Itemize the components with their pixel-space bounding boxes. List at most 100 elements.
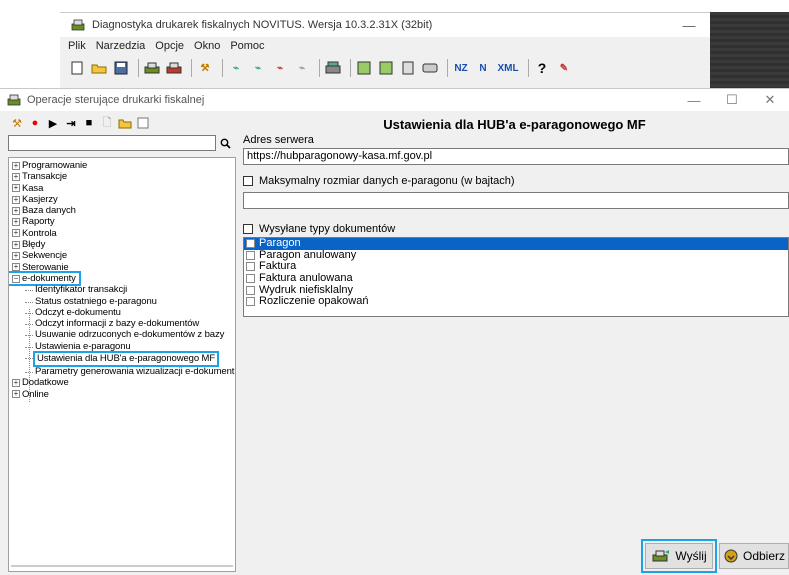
doc-types-list: Paragon Paragon anulowany Faktura Faktur… <box>243 237 789 317</box>
toolbar-separator <box>138 59 139 77</box>
desktop-background-right <box>710 12 789 90</box>
tree-node[interactable]: + Online <box>9 389 235 400</box>
doc-type-item[interactable]: Faktura <box>244 261 788 273</box>
max-size-input[interactable] <box>243 192 789 209</box>
doc-type-checkbox[interactable] <box>246 285 255 295</box>
expand-icon[interactable]: + <box>12 184 20 193</box>
help-button[interactable]: ? <box>533 59 551 77</box>
server-address-input[interactable]: https://hubparagonowy-kasa.mf.gov.pl <box>243 148 789 165</box>
dialog-maximize-button[interactable]: ☐ <box>713 89 751 111</box>
search-icon[interactable] <box>216 135 234 151</box>
main-window-titlebar: Diagnostyka drukarek fiskalnych NOVITUS.… <box>60 13 789 37</box>
menu-pomoc[interactable]: Pomoc <box>230 40 264 52</box>
expand-icon[interactable]: + <box>12 240 20 249</box>
tree-leaf[interactable]: Identyfikator transakcji <box>9 284 235 295</box>
max-size-checkbox[interactable] <box>243 176 253 186</box>
open-folder-icon[interactable] <box>118 116 132 130</box>
scanner-icon[interactable]: ⌁ <box>227 59 245 77</box>
tree-node[interactable]: + Raporty <box>9 216 235 227</box>
printer-settings-icon[interactable] <box>165 59 183 77</box>
tree-leaf[interactable]: Odczyt informacji z bazy e-dokumentów <box>9 318 235 329</box>
dialog-close-button[interactable]: ✕ <box>751 89 789 111</box>
expand-icon[interactable]: + <box>12 378 20 387</box>
doc-type-checkbox[interactable] <box>246 274 255 284</box>
tree-leaf-hub-settings[interactable]: Ustawienia dla HUB'a e-paragonowego MF <box>9 351 235 367</box>
receive-button[interactable]: Odbierz <box>719 543 789 569</box>
tree-leaf[interactable]: Parametry generowania wizualizacji e-dok… <box>9 366 235 377</box>
doc-type-checkbox[interactable] <box>246 250 255 260</box>
menu-plik[interactable]: Plik <box>68 40 86 52</box>
preview-icon[interactable]: 🗋 <box>100 116 114 130</box>
menu-narzedzia[interactable]: Narzedzia <box>96 40 146 52</box>
doc-types-label: Wysyłane typy dokumentów <box>259 223 396 235</box>
doc-type-item[interactable]: Faktura anulowana <box>244 273 788 285</box>
expand-icon[interactable]: + <box>12 263 20 272</box>
doc-type-item[interactable]: Wydruk niefisklalny <box>244 284 788 296</box>
settings-panel: Ustawienia dla HUB'a e-paragonowego MF A… <box>240 113 789 573</box>
search-input[interactable] <box>8 135 216 151</box>
doc-type-item[interactable]: Paragon <box>244 238 788 250</box>
scanner-2-icon[interactable]: ⌁ <box>249 59 267 77</box>
record-icon[interactable]: ● <box>28 116 42 130</box>
tree-node[interactable]: + Dodatkowe <box>9 377 235 388</box>
dialog-minimize-button[interactable]: — <box>675 89 713 111</box>
tree-node[interactable]: + Baza danych <box>9 205 235 216</box>
doc-types-checkbox[interactable] <box>243 224 253 234</box>
expand-icon[interactable]: + <box>12 390 20 399</box>
menu-okno[interactable]: Okno <box>194 40 220 52</box>
tree-leaf[interactable]: Status ostatniego e-paragonu <box>9 296 235 307</box>
nz-button[interactable]: NZ <box>452 59 470 77</box>
save-icon[interactable] <box>136 116 150 130</box>
scanner-error-icon[interactable]: ⌁ <box>271 59 289 77</box>
doc-type-item[interactable]: Paragon anulowany <box>244 249 788 262</box>
horizontal-scrollbar[interactable] <box>11 565 233 567</box>
play-icon[interactable]: ▶ <box>46 116 60 130</box>
expand-icon[interactable]: + <box>12 229 20 238</box>
tree-node[interactable]: + Kontrola <box>9 228 235 239</box>
tree-leaf[interactable]: Odczyt e-dokumentu <box>9 307 235 318</box>
tree-leaf[interactable]: Usuwanie odrzuconych e-dokumentów z bazy <box>9 329 235 340</box>
document-icon[interactable] <box>399 59 417 77</box>
expand-icon[interactable]: + <box>12 206 20 215</box>
card-icon[interactable] <box>421 59 439 77</box>
expand-icon[interactable]: + <box>12 252 20 261</box>
toolbar-separator <box>191 59 192 77</box>
open-folder-icon[interactable] <box>90 59 108 77</box>
doc-type-checkbox[interactable] <box>246 297 255 307</box>
tree-node[interactable]: + Transakcje <box>9 171 235 182</box>
report-icon[interactable] <box>377 59 395 77</box>
doc-type-checkbox[interactable] <box>246 239 255 249</box>
tree-node-e-dokumenty[interactable]: − e-dokumenty <box>9 270 235 287</box>
scanner-gray-icon[interactable]: ⌁ <box>293 59 311 77</box>
tree-node[interactable]: + Programowanie <box>9 160 235 171</box>
tree-node[interactable]: + Kasjerzy <box>9 194 235 205</box>
n-button[interactable]: N <box>474 59 492 77</box>
expand-icon[interactable]: + <box>12 195 20 204</box>
expand-icon[interactable]: + <box>12 218 20 227</box>
tree-leaf[interactable]: Ustawienia e-paragonu <box>9 341 235 352</box>
tree-node[interactable]: + Sekwencje <box>9 250 235 261</box>
tree-node[interactable]: + Kasa <box>9 183 235 194</box>
expand-icon[interactable]: + <box>12 172 20 181</box>
tools-icon[interactable]: ⚒ <box>10 116 24 130</box>
doc-type-checkbox[interactable] <box>246 262 255 272</box>
tree-node[interactable]: + Sterowanie <box>9 262 235 273</box>
doc-type-item[interactable]: Rozliczenie opakowań <box>244 296 788 308</box>
main-minimize-button[interactable]: — <box>669 13 709 37</box>
expand-icon[interactable]: + <box>12 161 20 170</box>
tools-icon[interactable]: ⚒ <box>196 59 214 77</box>
left-panel: ⚒ ● ▶ ⇥ ■ 🗋 + Programowanie + Transakcje +… <box>8 113 236 572</box>
calculator-icon[interactable] <box>355 59 373 77</box>
printer-icon[interactable] <box>143 59 161 77</box>
tree-node[interactable]: + Błędy <box>9 239 235 250</box>
collapse-icon[interactable]: − <box>12 274 20 283</box>
xml-button[interactable]: XML <box>496 59 520 77</box>
pen-icon[interactable]: ✎ <box>555 59 573 77</box>
stop-icon[interactable]: ■ <box>82 116 96 130</box>
step-icon[interactable]: ⇥ <box>64 116 78 130</box>
new-file-icon[interactable] <box>68 59 86 77</box>
send-button[interactable]: Wyślij <box>645 543 713 569</box>
cash-register-icon[interactable] <box>324 59 342 77</box>
save-icon[interactable] <box>112 59 130 77</box>
menu-opcje[interactable]: Opcje <box>155 40 184 52</box>
